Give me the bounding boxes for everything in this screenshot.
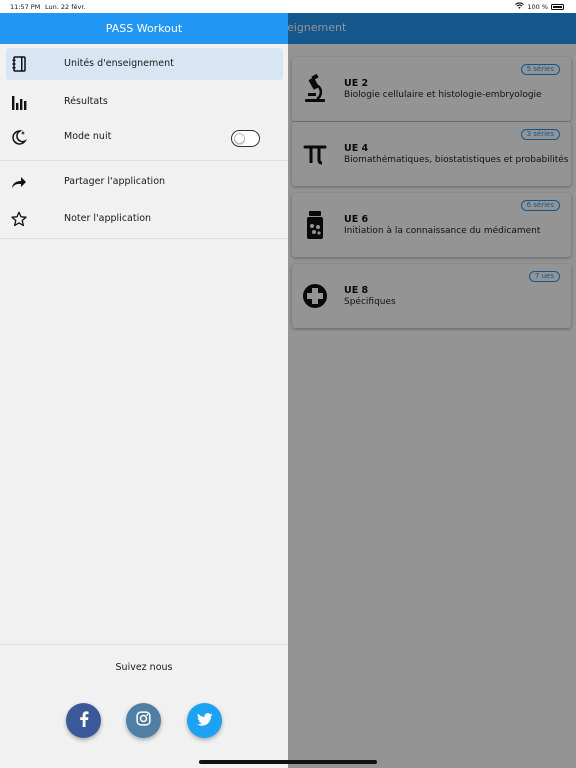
follow-us-title: Suivez nous <box>115 662 173 673</box>
home-indicator[interactable] <box>199 760 377 764</box>
twitter-icon <box>196 711 213 730</box>
instagram-button[interactable] <box>126 703 161 738</box>
drawer-divider <box>0 238 288 239</box>
battery-icon <box>551 3 564 10</box>
drawer-title: PASS Workout <box>105 22 183 35</box>
instagram-icon <box>136 711 151 730</box>
facebook-button[interactable] <box>66 703 101 738</box>
drawer-footer-divider <box>0 644 288 645</box>
wifi-icon <box>515 2 525 11</box>
drawer-header: PASS Workout <box>0 13 288 44</box>
drawer-item-label: Mode nuit <box>64 131 112 142</box>
facebook-icon <box>79 710 89 731</box>
drawer-item-label: Noter l'application <box>64 213 152 224</box>
drawer-item-label: Partager l'application <box>64 176 166 187</box>
status-right: 100 % <box>515 2 564 11</box>
moon-icon <box>11 129 27 145</box>
star-icon <box>11 211 27 227</box>
toggle-knob <box>233 132 245 144</box>
battery-fill <box>553 5 562 8</box>
drawer-item-label: Unités d'enseignement <box>64 58 174 69</box>
share-icon <box>11 174 27 190</box>
drawer-item-resultats[interactable]: Résultats <box>6 86 283 118</box>
notebook-icon <box>11 56 27 72</box>
drawer-item-partager[interactable]: Partager l'application <box>6 166 283 198</box>
drawer-item-noter[interactable]: Noter l'application <box>6 203 283 235</box>
night-mode-toggle[interactable] <box>231 130 260 147</box>
drawer-item-label: Résultats <box>64 96 108 107</box>
drawer-divider <box>0 160 288 161</box>
drawer-item-unites[interactable]: Unités d'enseignement <box>6 48 283 80</box>
bar-chart-icon <box>11 94 27 110</box>
status-time: 11:57 PM <box>10 3 41 11</box>
status-date: Lun. 22 févr. <box>45 3 86 11</box>
twitter-button[interactable] <box>187 703 222 738</box>
status-bar: 11:57 PM Lun. 22 févr. 100 % <box>0 0 576 13</box>
navigation-drawer: PASS Workout Unités d'enseignement Résul… <box>0 13 288 768</box>
battery-percent: 100 % <box>527 2 548 11</box>
